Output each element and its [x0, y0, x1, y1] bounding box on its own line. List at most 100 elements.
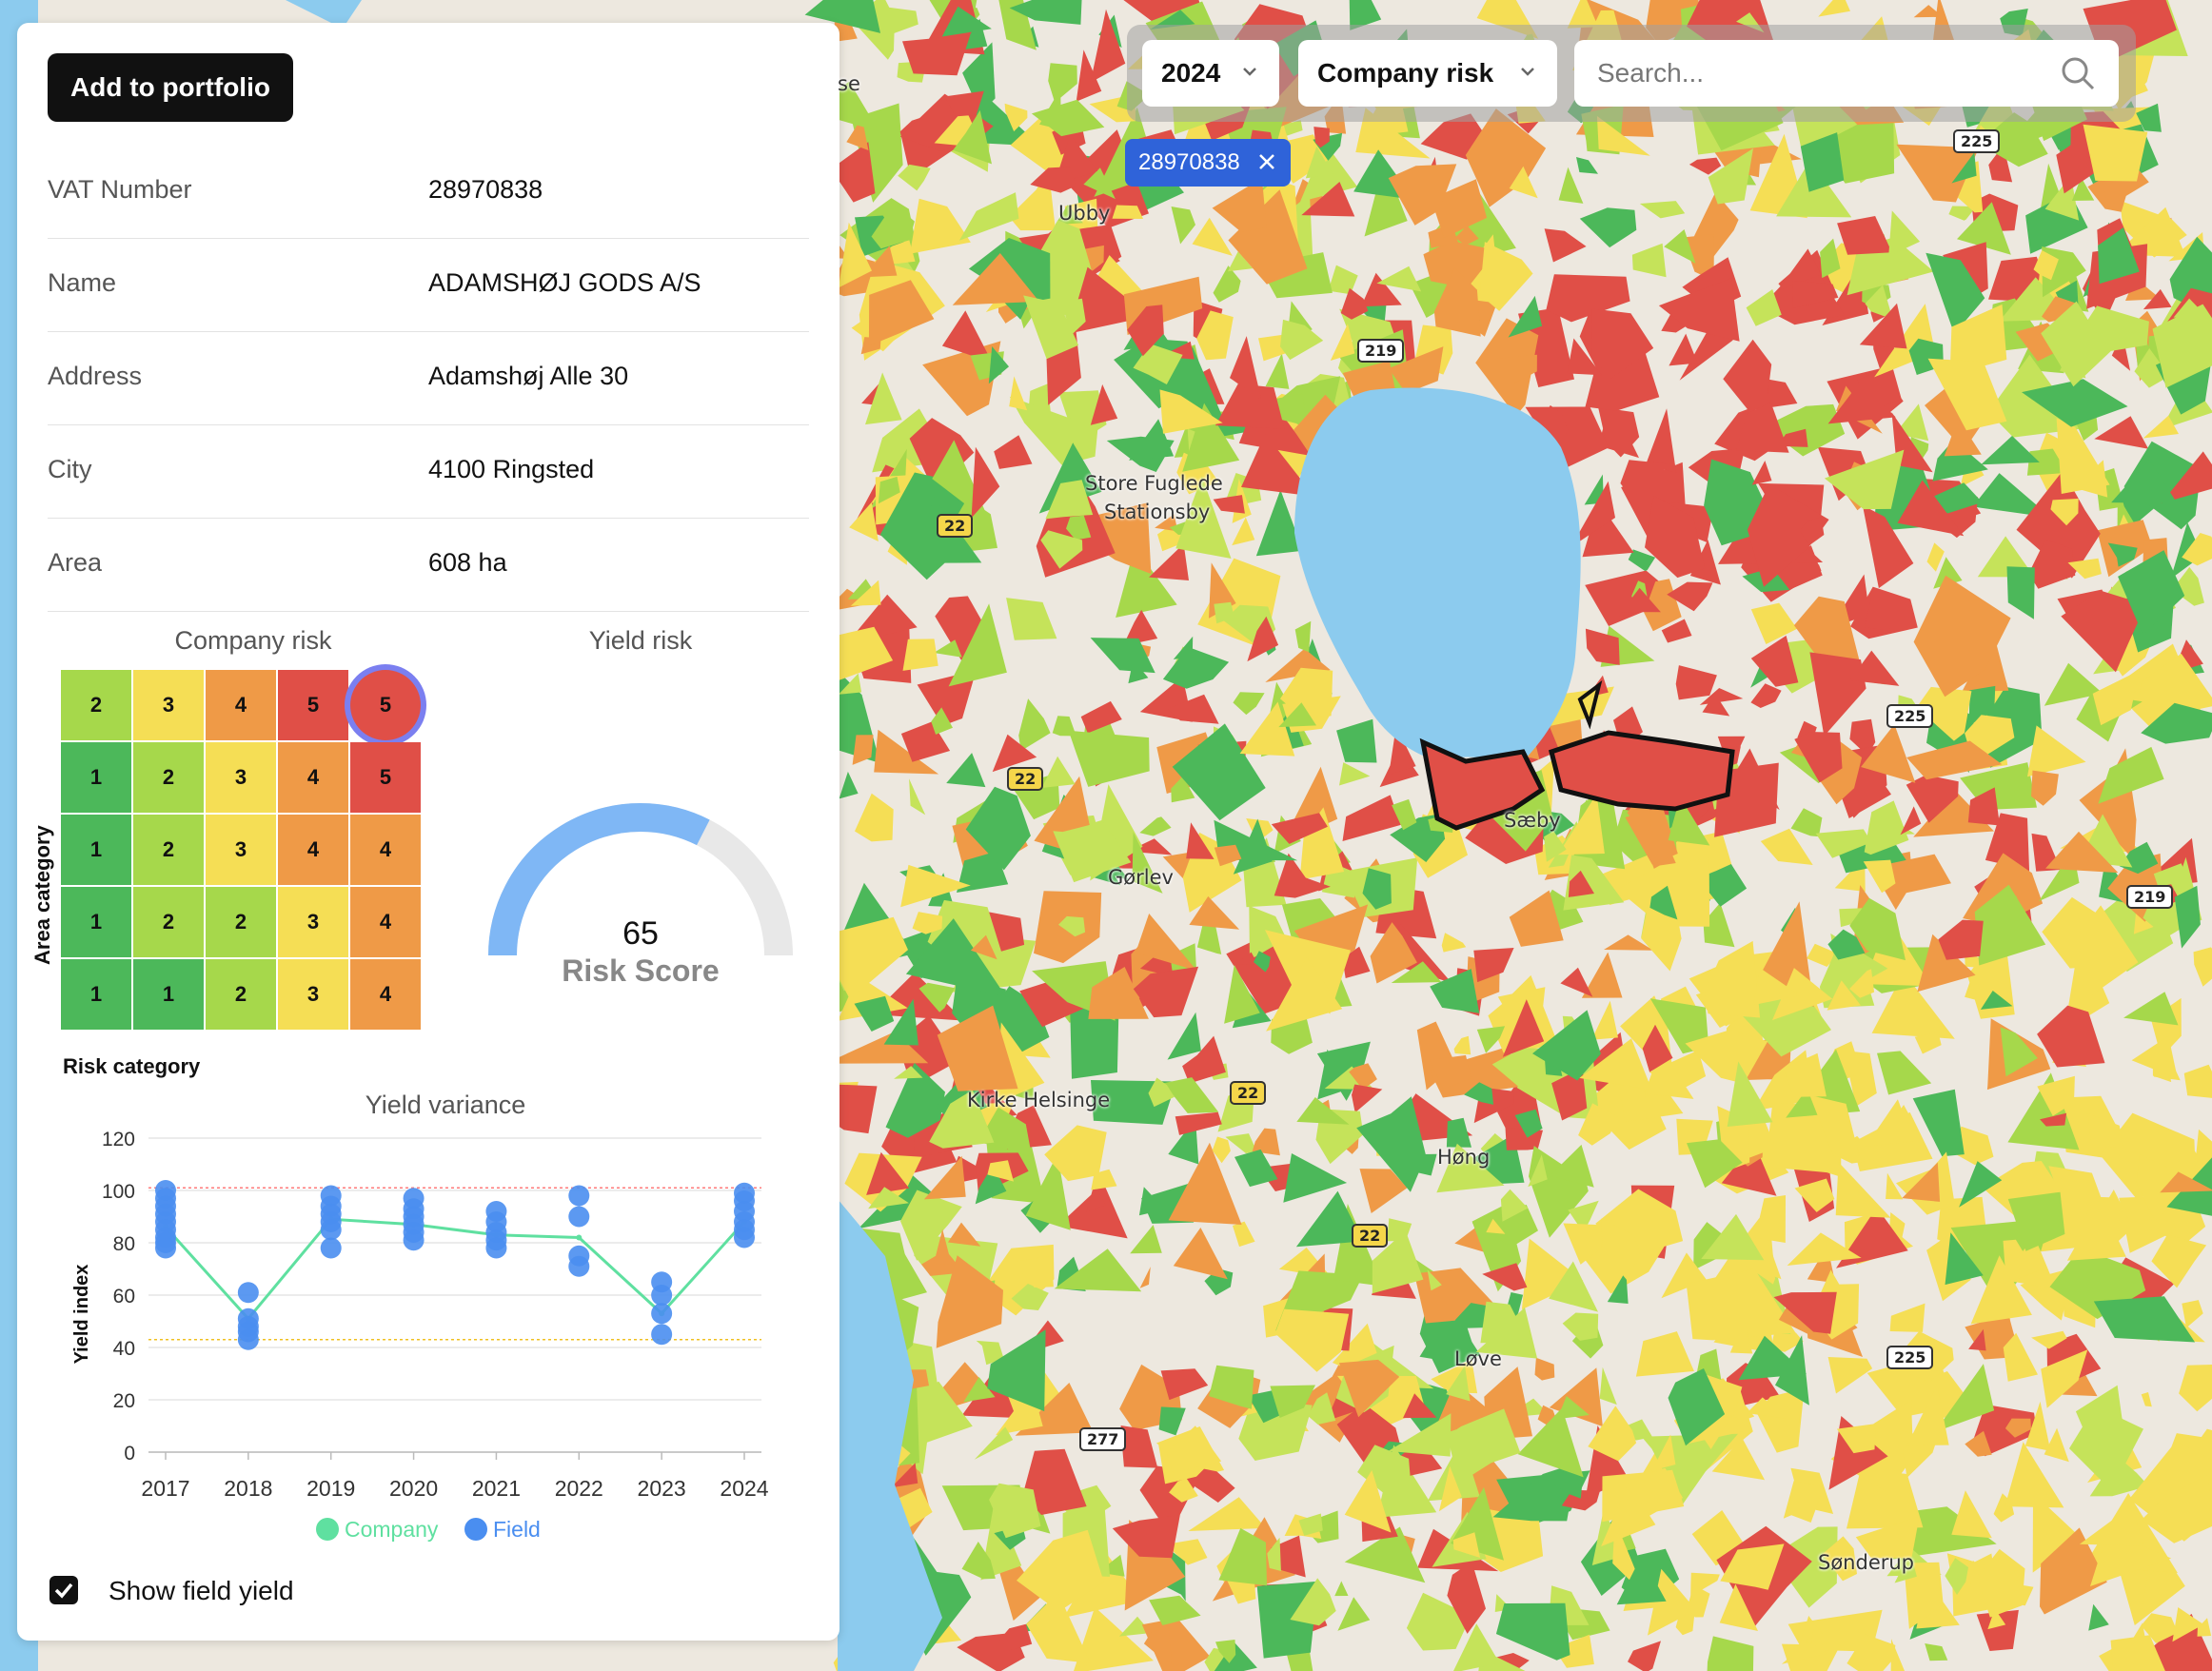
name-label: Name [48, 268, 117, 297]
y-tick-label: 60 [113, 1286, 135, 1307]
risk-cell: 3 [278, 959, 348, 1030]
risk-cell: 5 [350, 742, 421, 813]
legend-company-label: Company [345, 1517, 439, 1542]
road-number: 22 [1230, 1081, 1267, 1105]
address-label: Address [48, 362, 143, 390]
x-tick-label: 2019 [306, 1476, 355, 1501]
field-legend-dot [464, 1518, 487, 1541]
yield-variance-chart: 0 20 40 60 80 100 120 2017 2018 2019 2020 2021 2022 2… [71, 1129, 769, 1501]
info-row-name: Name ADAMSHØJ GODS A/S [48, 238, 809, 332]
yield-variance-title: Yield variance [365, 1091, 526, 1119]
layer-select[interactable]: Company risk [1298, 40, 1557, 107]
place-label: Kirke Helsinge [967, 1089, 1111, 1111]
risk-category-label: Risk category [63, 1054, 201, 1078]
field-polygon[interactable] [902, 639, 938, 671]
y-tick-label: 80 [113, 1233, 135, 1255]
search-input[interactable] [1595, 53, 2037, 93]
add-to-portfolio-button[interactable]: Add to portfolio [48, 53, 293, 122]
info-row-city: City 4100 Ringsted [48, 424, 809, 519]
legend-company[interactable]: Company [316, 1517, 438, 1543]
show-field-yield-checkbox[interactable] [49, 1576, 78, 1604]
x-tick-label: 2018 [224, 1476, 272, 1501]
info-row-vat: VAT Number 28970838 [48, 145, 809, 239]
risk-cell: 5 [278, 670, 348, 740]
x-tick-label: 2020 [389, 1476, 438, 1501]
search-icon[interactable] [2060, 55, 2096, 91]
risk-cell: 4 [350, 887, 421, 957]
vat-filter-chip[interactable]: 28970838 [1125, 139, 1291, 187]
road-number: 225 [1953, 129, 2001, 153]
risk-cell: 4 [278, 742, 348, 813]
field-yield-point [651, 1303, 673, 1325]
search-box[interactable] [1574, 40, 2119, 107]
check-icon [54, 1583, 73, 1599]
place-label: Løve [1454, 1347, 1502, 1370]
y-axis-title: Yield index [71, 1265, 92, 1365]
risk-cell: 1 [61, 815, 131, 885]
company-yield-point [576, 1234, 583, 1241]
field-yield-point [734, 1227, 755, 1248]
place-label: Høng [1437, 1146, 1491, 1169]
layer-select-value: Company risk [1317, 58, 1494, 88]
field-yield-point [320, 1237, 342, 1259]
risk-cell: 4 [278, 815, 348, 885]
x-tick-label: 2023 [638, 1476, 686, 1501]
y-tick-label: 120 [102, 1129, 135, 1150]
risk-cell: 2 [206, 959, 276, 1030]
field-yield-point [568, 1255, 590, 1277]
field-yield-point [320, 1219, 342, 1241]
field-yield-point [568, 1185, 590, 1207]
place-label: Sønderup [1818, 1551, 1915, 1574]
place-label: Gørlev [1108, 866, 1174, 889]
year-select-value: 2024 [1161, 58, 1221, 88]
y-tick-label: 0 [124, 1443, 135, 1465]
risk-cell: 4 [206, 670, 276, 740]
risk-cell: 1 [61, 887, 131, 957]
risk-cell: 4 [350, 815, 421, 885]
map-toolbar: 2024 Company risk [1127, 25, 2136, 122]
y-tick-label: 20 [113, 1390, 135, 1412]
company-legend-dot [316, 1518, 339, 1541]
risk-cell: 1 [133, 959, 204, 1030]
place-label: Sæby [1504, 809, 1561, 832]
risk-score-value: 65 [622, 915, 659, 952]
risk-cell: 2 [133, 742, 204, 813]
field-yield-point [651, 1324, 673, 1346]
field-yield-point [155, 1237, 176, 1259]
vat-label: VAT Number [48, 175, 192, 204]
place-label: Stationsby [1104, 501, 1211, 523]
road-number: 22 [1352, 1224, 1389, 1248]
risk-cell: 2 [133, 887, 204, 957]
road-number: 219 [2126, 885, 2174, 909]
legend-field[interactable]: Field [464, 1517, 541, 1543]
show-field-yield-label[interactable]: Show field yield [109, 1576, 294, 1606]
risk-cell: 1 [61, 959, 131, 1030]
vat-value: 28970838 [428, 175, 543, 204]
road-number: 22 [937, 514, 974, 538]
close-icon[interactable] [1256, 151, 1277, 172]
x-tick-label: 2017 [141, 1476, 189, 1501]
risk-cell: 3 [133, 670, 204, 740]
chevron-down-icon [1521, 68, 1534, 76]
field-yield-point [237, 1328, 259, 1350]
risk-cell: 1 [61, 742, 131, 813]
y-tick-label: 40 [113, 1338, 135, 1360]
place-label: Store Fuglede [1085, 472, 1223, 495]
area-value: 608 ha [428, 548, 507, 577]
field-yield-point [237, 1282, 259, 1304]
risk-cell: 3 [278, 887, 348, 957]
year-select[interactable]: 2024 [1142, 40, 1279, 107]
field-yield-point [403, 1229, 425, 1251]
field-yield-point [568, 1206, 590, 1228]
info-row-address: Address Adamshøj Alle 30 [48, 331, 809, 425]
area-label: Area [48, 548, 103, 577]
x-tick-label: 2021 [472, 1476, 521, 1501]
field-yield-point [485, 1237, 507, 1259]
x-tick-label: 2022 [555, 1476, 603, 1501]
address-value: Adamshøj Alle 30 [428, 362, 629, 390]
place-label: se [838, 72, 860, 95]
risk-cell: 2 [133, 815, 204, 885]
risk-score-label: Risk Score [562, 953, 720, 988]
yield-risk-title: Yield risk [588, 626, 693, 655]
road-number: 22 [1007, 767, 1044, 791]
